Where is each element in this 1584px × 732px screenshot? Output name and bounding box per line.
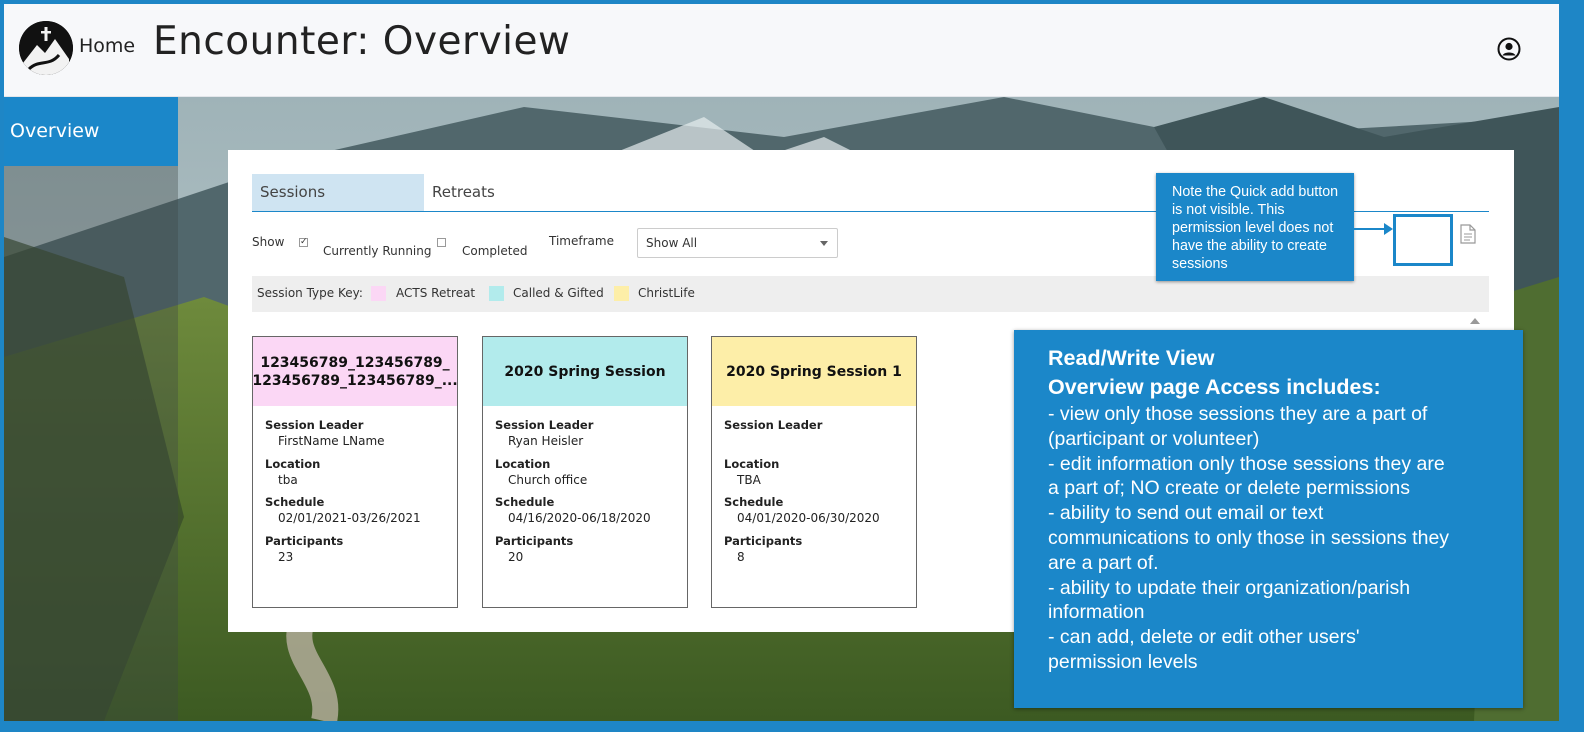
participants-value: 23	[278, 549, 294, 564]
callout-line: are a part of.	[1048, 551, 1159, 574]
app-logo[interactable]	[19, 21, 73, 75]
session-leader-label: Session Leader	[265, 418, 364, 432]
schedule-value: 02/01/2021-03/26/2021	[278, 511, 421, 525]
callout-line: a part of; NO create or delete permissio…	[1048, 477, 1410, 500]
scroll-up-icon[interactable]	[1470, 318, 1480, 324]
session-type-key: Session Type Key: ACTS Retreat Called & …	[252, 276, 1489, 312]
schedule-label: Schedule	[724, 495, 784, 509]
schedule-value: 04/01/2020-06/30/2020	[737, 511, 880, 525]
callout-arrow-line	[1354, 228, 1384, 230]
participants-label: Participants	[495, 533, 574, 548]
location-label: Location	[265, 456, 321, 471]
location-label: Location	[495, 456, 551, 471]
session-card-title: 123456789_123456789_ 123456789_123456789…	[252, 337, 458, 406]
session-leader-value: Ryan Heisler	[508, 434, 584, 448]
tab-sessions[interactable]: Sessions	[252, 174, 424, 211]
session-card-body: Session Leader FirstName LName Location …	[253, 406, 457, 572]
timeframe-select-value: Show All	[646, 236, 698, 250]
schedule-value: 04/16/2020-06/18/2020	[508, 511, 651, 525]
christlife-swatch	[614, 286, 629, 301]
filter-bar: Show ✓ Currently Running Completed Timef…	[252, 228, 1152, 270]
page-title: Encounter: Overview	[153, 19, 571, 64]
session-card[interactable]: 2020 Spring Session Session Leader Ryan …	[482, 336, 688, 608]
user-account-icon[interactable]	[1497, 37, 1521, 61]
export-document-icon[interactable]	[1460, 224, 1476, 244]
location-value: Church office	[508, 472, 588, 487]
callout-line: communications to only those in sessions…	[1048, 526, 1450, 549]
quick-add-placeholder-highlight	[1393, 214, 1453, 266]
called-gifted-swatch	[489, 286, 504, 301]
timeframe-label: Timeframe	[549, 234, 614, 248]
participants-value: 8	[737, 549, 745, 564]
sidebar: Overview	[4, 97, 178, 721]
callout-line: information	[1048, 601, 1145, 624]
schedule-label: Schedule	[265, 495, 325, 509]
callout-line: - can add, delete or edit other users'	[1048, 626, 1360, 649]
session-card[interactable]: 2020 Spring Session 1 Session Leader Loc…	[711, 336, 917, 608]
callout-heading: Read/Write View	[1048, 346, 1215, 370]
key-label-called-gifted: Called & Gifted	[513, 286, 604, 300]
timeframe-select[interactable]: Show All	[637, 228, 838, 258]
participants-label: Participants	[265, 533, 344, 548]
session-leader-value: FirstName LName	[278, 434, 385, 448]
session-card[interactable]: 123456789_123456789_ 123456789_123456789…	[252, 336, 458, 608]
callout-line: - ability to send out email or text	[1048, 502, 1324, 525]
quick-add-note-callout: Note the Quick add button is not visible…	[1156, 173, 1354, 281]
tab-retreats[interactable]: Retreats	[424, 174, 544, 211]
callout-line: - view only those sessions they are a pa…	[1048, 403, 1428, 425]
location-label: Location	[724, 456, 780, 471]
callout-line: permission levels	[1048, 650, 1198, 673]
completed-label: Completed	[462, 244, 528, 258]
session-type-key-label: Session Type Key:	[257, 286, 363, 300]
app-window: Home Encounter: Overview Overview Sessio…	[4, 4, 1559, 721]
callout-arrowhead	[1384, 223, 1393, 235]
callout-line: - ability to update their organization/p…	[1048, 576, 1411, 599]
session-card-title: 2020 Spring Session 1	[712, 337, 916, 406]
location-value: tba	[278, 472, 298, 487]
completed-checkbox[interactable]	[437, 238, 446, 247]
location-value: TBA	[737, 472, 761, 487]
session-leader-value	[724, 434, 916, 457]
session-card-title: 2020 Spring Session	[483, 337, 687, 406]
callout-line: - edit information only those sessions t…	[1048, 452, 1445, 475]
callout-subheading: Overview page Access includes:	[1048, 375, 1381, 399]
session-leader-label: Session Leader	[724, 418, 823, 432]
participants-label: Participants	[724, 533, 803, 548]
show-label: Show	[252, 235, 285, 249]
session-card-body: Session Leader Ryan Heisler Location Chu…	[483, 406, 687, 572]
home-link[interactable]: Home	[79, 35, 135, 57]
participants-value: 20	[508, 549, 524, 564]
session-leader-label: Session Leader	[495, 418, 594, 432]
key-label-christlife: ChristLife	[638, 286, 695, 300]
acts-retreat-swatch	[371, 286, 386, 301]
callout-line: (participant or volunteer)	[1048, 427, 1260, 450]
schedule-label: Schedule	[495, 495, 555, 509]
read-write-view-callout: Read/Write View Overview page Access inc…	[1014, 330, 1523, 708]
sidebar-item-overview[interactable]: Overview	[4, 97, 178, 166]
currently-running-checkbox[interactable]: ✓	[299, 238, 308, 247]
key-label-acts-retreat: ACTS Retreat	[396, 286, 476, 300]
session-card-body: Session Leader Location TBA Schedule 04/…	[712, 406, 916, 572]
top-header: Home Encounter: Overview	[4, 4, 1559, 97]
currently-running-label: Currently Running	[323, 244, 432, 258]
chevron-down-icon	[820, 241, 828, 246]
